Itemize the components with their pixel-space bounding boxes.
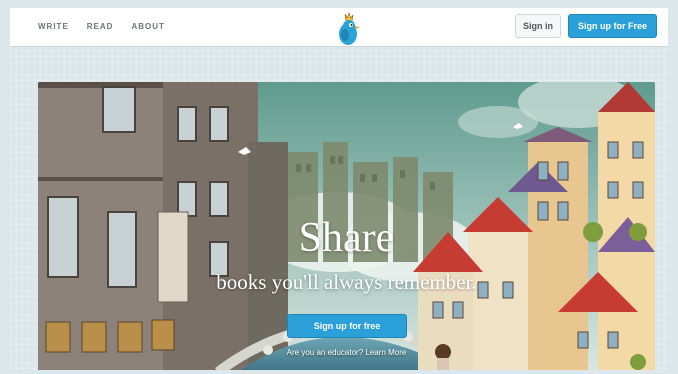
top-navigation-bar: WRITE READ ABOUT Sign in Sign up for Fre… xyxy=(10,8,668,47)
nav-read-link[interactable]: READ xyxy=(87,22,114,31)
bird-logo-icon[interactable] xyxy=(332,12,362,46)
hero-banner: Share books you'll always remember. Sign… xyxy=(38,82,655,370)
hero-subtitle: books you'll always remember. xyxy=(216,270,477,294)
nav-about-link[interactable]: ABOUT xyxy=(131,22,164,31)
hero-sign-up-button[interactable]: Sign up for free xyxy=(287,314,407,338)
page-frame: WRITE READ ABOUT Sign in Sign up for Fre… xyxy=(10,8,668,370)
hero-title: Share xyxy=(298,215,395,261)
primary-nav: WRITE READ ABOUT xyxy=(38,22,165,31)
educator-learn-more-link[interactable]: Are you an educator? Learn More xyxy=(38,348,655,357)
sign-in-button[interactable]: Sign in xyxy=(515,14,561,38)
sign-up-button[interactable]: Sign up for Free xyxy=(568,14,657,38)
nav-write-link[interactable]: WRITE xyxy=(38,22,69,31)
